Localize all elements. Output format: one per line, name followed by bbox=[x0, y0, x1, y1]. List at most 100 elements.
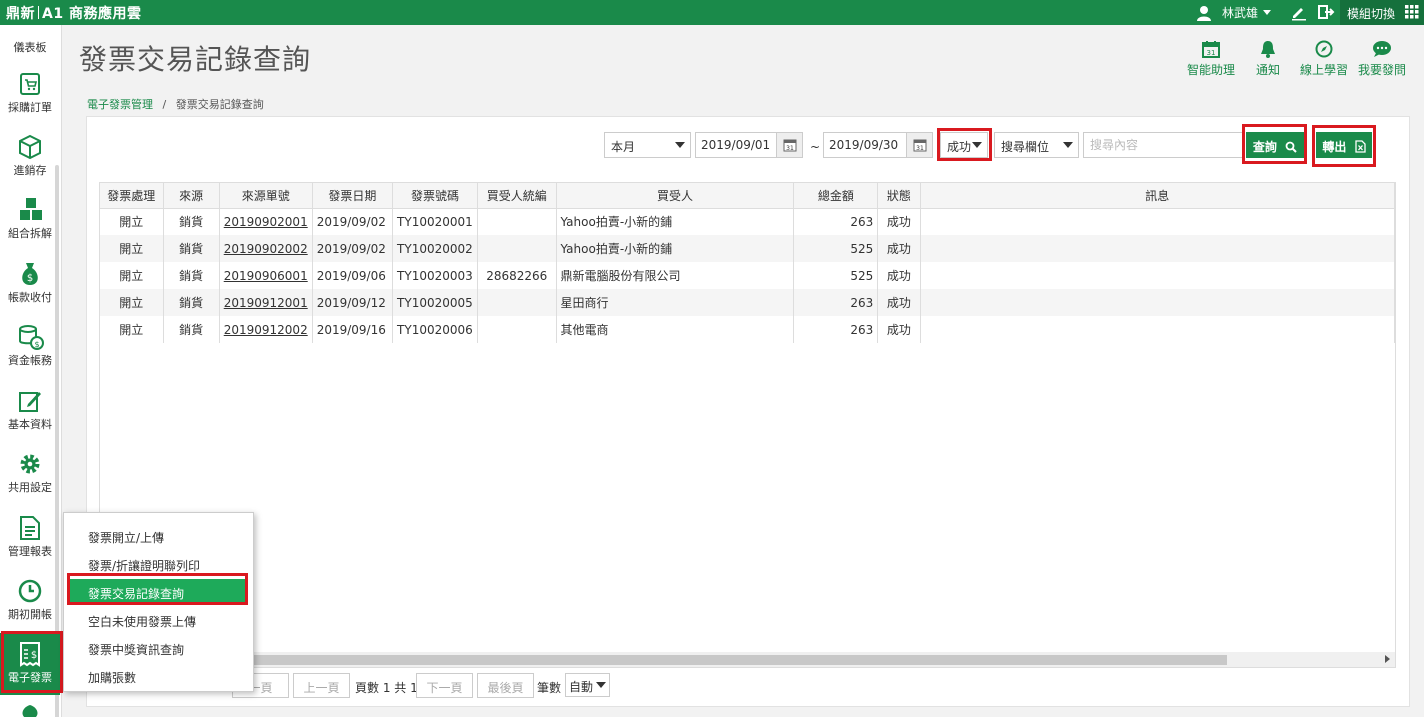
date-to-input[interactable]: 2019/09/30 31 bbox=[823, 132, 933, 158]
cell-message bbox=[920, 235, 1395, 262]
column-header[interactable]: 發票日期 bbox=[312, 183, 394, 209]
search-icon bbox=[1285, 141, 1297, 153]
svg-text:$: $ bbox=[31, 650, 37, 661]
submenu-item-invoice-print[interactable]: 發票/折讓證明聯列印 bbox=[69, 551, 247, 575]
sidebar-item-finance[interactable]: $ 資金帳務 bbox=[0, 316, 60, 378]
last-page-button[interactable]: 最後頁 bbox=[477, 673, 534, 698]
source-doc-link[interactable]: 20190902002 bbox=[219, 235, 313, 262]
smart-assistant-button[interactable]: 31 智能助理 bbox=[1186, 40, 1236, 78]
edit-pen-icon[interactable] bbox=[1290, 3, 1308, 21]
column-header[interactable]: 買受人 bbox=[556, 183, 795, 209]
sidebar-item-common-settings[interactable]: 共用設定 bbox=[0, 443, 60, 505]
notifications-button[interactable]: 通知 bbox=[1252, 40, 1284, 78]
submenu-item-label: 發票/折讓證明聯列印 bbox=[88, 559, 201, 573]
cell-invoice-number: TY10020005 bbox=[392, 289, 478, 316]
column-header[interactable]: 來源單號 bbox=[219, 183, 313, 209]
table-row[interactable]: 開立 銷貨 20190912002 2019/09/16 TY10020006 … bbox=[100, 316, 1395, 343]
module-switch-button[interactable]: 模組切換 bbox=[1340, 0, 1424, 25]
logout-icon[interactable] bbox=[1317, 3, 1335, 21]
status-select[interactable]: 成功 bbox=[940, 132, 988, 158]
table-row[interactable]: 開立 銷貨 20190912001 2019/09/12 TY10020005 … bbox=[100, 289, 1395, 316]
cell-total-amount: 263 bbox=[793, 316, 879, 343]
source-doc-link[interactable]: 20190912001 bbox=[219, 289, 313, 316]
row-count-label: 筆數 bbox=[537, 681, 562, 695]
period-select[interactable]: 本月 bbox=[604, 132, 691, 158]
invoice-table: 發票處理 來源 來源單號 發票日期 發票號碼 買受人統編 買受人 總金額 狀態 … bbox=[100, 183, 1395, 343]
submenu-item-winning-info[interactable]: 發票中獎資訊查詢 bbox=[69, 635, 247, 659]
ask-question-button[interactable]: 我要發問 bbox=[1356, 40, 1408, 78]
submenu-item-invoice-issue-upload[interactable]: 發票開立/上傳 bbox=[69, 523, 247, 547]
search-field-select[interactable]: 搜尋欄位 bbox=[994, 132, 1079, 158]
cell-invoice-date: 2019/09/02 bbox=[312, 208, 394, 235]
table-row[interactable]: 開立 銷貨 20190902001 2019/09/02 TY10020001 … bbox=[100, 208, 1395, 235]
submenu-item-blank-invoice-upload[interactable]: 空白未使用發票上傳 bbox=[69, 607, 247, 631]
sidebar-item-reports[interactable]: 管理報表 bbox=[0, 507, 60, 569]
sidebar-item-e-invoice[interactable]: $ 電子發票 bbox=[0, 633, 60, 695]
row-count-select[interactable]: 自動 bbox=[565, 673, 610, 697]
sidebar-item-master-data[interactable]: 基本資料 bbox=[0, 380, 60, 442]
next-page-button[interactable]: 下一頁 bbox=[416, 673, 473, 698]
table-row[interactable]: 開立 銷貨 20190902002 2019/09/02 TY10020002 … bbox=[100, 235, 1395, 262]
table-header-row: 發票處理 來源 來源單號 發票日期 發票號碼 買受人統編 買受人 總金額 狀態 … bbox=[100, 183, 1395, 209]
sidebar-item-assembly[interactable]: 組合拆解 bbox=[0, 189, 60, 251]
search-input[interactable] bbox=[1083, 132, 1245, 158]
cell-status: 成功 bbox=[877, 289, 921, 316]
top-bar: 鼎新 A1 商務應用雲 林武雄 模組切換 bbox=[0, 0, 1424, 25]
caret-down-icon bbox=[972, 142, 982, 148]
column-header[interactable]: 買受人統編 bbox=[477, 183, 557, 209]
user-menu[interactable]: 林武雄 bbox=[1196, 4, 1272, 21]
column-header[interactable]: 狀態 bbox=[877, 183, 921, 209]
breadcrumb: 電子發票管理 / 發票交易記錄查詢 bbox=[87, 96, 264, 112]
prev-page-button[interactable]: 上一頁 bbox=[293, 673, 350, 698]
smart-assistant-label: 智能助理 bbox=[1186, 63, 1235, 77]
cell-total-amount: 263 bbox=[793, 208, 879, 235]
table-row[interactable]: 開立 銷貨 20190906001 2019/09/06 TY10020003 … bbox=[100, 262, 1395, 289]
scrollbar-thumb[interactable] bbox=[102, 655, 1227, 665]
caret-down-icon bbox=[1063, 142, 1073, 148]
cell-buyer: 鼎新電腦股份有限公司 bbox=[556, 262, 795, 289]
cell-message bbox=[920, 289, 1395, 316]
cell-total-amount: 525 bbox=[793, 235, 879, 262]
scroll-right-arrow-icon[interactable] bbox=[1385, 655, 1390, 663]
cell-message bbox=[920, 262, 1395, 289]
sidebar-item-label: 共用設定 bbox=[8, 481, 52, 494]
cell-source: 銷貨 bbox=[163, 235, 220, 262]
sidebar-item-label: 管理報表 bbox=[8, 545, 52, 558]
cart-icon bbox=[20, 73, 40, 95]
cell-invoice-date: 2019/09/02 bbox=[312, 235, 394, 262]
cell-source: 銷貨 bbox=[163, 316, 220, 343]
column-header[interactable]: 發票處理 bbox=[100, 183, 164, 209]
cell-action: 開立 bbox=[100, 262, 164, 289]
column-header[interactable]: 來源 bbox=[163, 183, 220, 209]
calendar-icon: 31 bbox=[1202, 41, 1220, 58]
breadcrumb-parent-link[interactable]: 電子發票管理 bbox=[87, 98, 153, 111]
horizontal-scrollbar[interactable] bbox=[100, 652, 1395, 667]
date-from-input[interactable]: 2019/09/01 31 bbox=[695, 132, 803, 158]
sidebar-item-opening-balance[interactable]: 期初開帳 bbox=[0, 570, 60, 632]
sidebar-item-purchase-order[interactable]: 採購訂單 bbox=[0, 63, 60, 125]
submenu-item-buy-more[interactable]: 加購張數 bbox=[69, 663, 247, 687]
sidebar-item-inventory[interactable]: 進銷存 bbox=[0, 126, 60, 188]
cell-action: 開立 bbox=[100, 289, 164, 316]
cell-action: 開立 bbox=[100, 208, 164, 235]
svg-text:$: $ bbox=[34, 340, 39, 349]
sidebar-item-dashboard[interactable]: 儀表板 bbox=[0, 3, 60, 65]
cell-buyer-tax-id bbox=[477, 208, 557, 235]
source-doc-link[interactable]: 20190902001 bbox=[219, 208, 313, 235]
online-learning-button[interactable]: 線上學習 bbox=[1298, 40, 1350, 78]
submenu-item-label: 發票交易記錄查詢 bbox=[88, 587, 185, 601]
source-doc-link[interactable]: 20190912002 bbox=[219, 316, 313, 343]
date-to-calendar-button[interactable]: 31 bbox=[906, 133, 932, 157]
column-header[interactable]: 訊息 bbox=[920, 183, 1395, 209]
export-button[interactable]: 轉出 bbox=[1316, 132, 1372, 158]
ask-question-label: 我要發問 bbox=[1357, 63, 1406, 77]
source-doc-link[interactable]: 20190906001 bbox=[219, 262, 313, 289]
date-from-calendar-button[interactable]: 31 bbox=[776, 133, 802, 157]
sidebar-item-payments[interactable]: $ 帳款收付 bbox=[0, 253, 60, 315]
column-header[interactable]: 總金額 bbox=[793, 183, 879, 209]
query-button[interactable]: 查詢 bbox=[1246, 132, 1304, 158]
svg-text:$: $ bbox=[27, 273, 33, 284]
submenu-item-transaction-query[interactable]: 發票交易記錄查詢 bbox=[69, 579, 247, 603]
column-header[interactable]: 發票號碼 bbox=[392, 183, 478, 209]
cell-buyer-tax-id bbox=[477, 235, 557, 262]
